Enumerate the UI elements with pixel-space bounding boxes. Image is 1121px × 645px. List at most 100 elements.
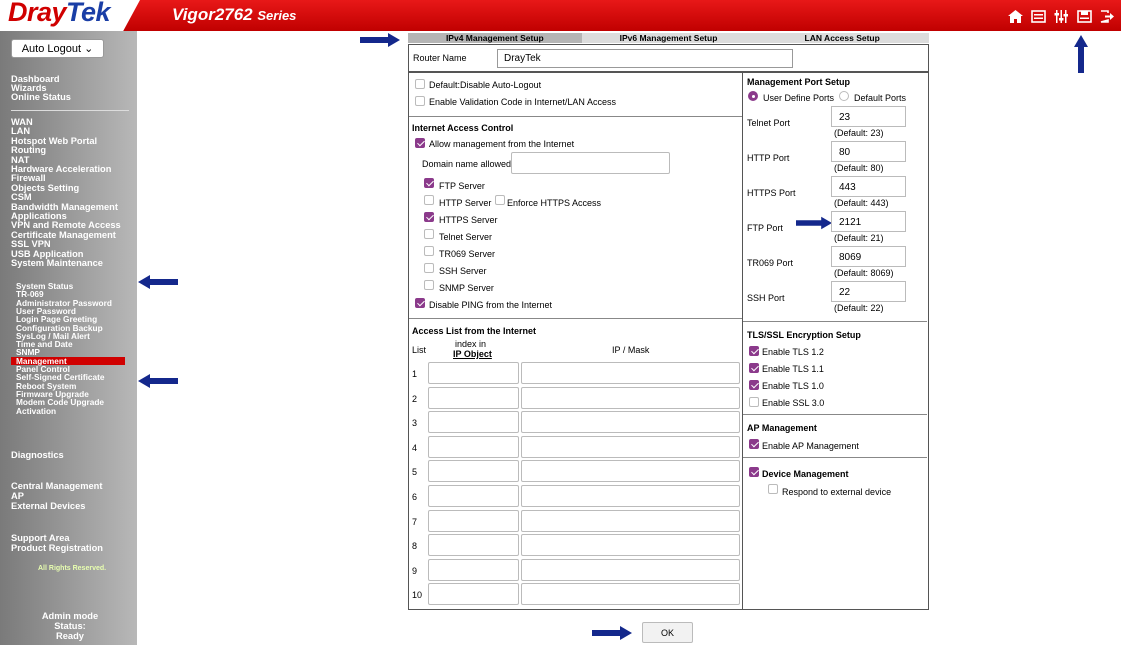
- ip-object-input[interactable]: [428, 386, 519, 409]
- access-list-title: Access List from the Internet: [412, 326, 537, 336]
- sidebar-item-firewall[interactable]: Firewall: [11, 174, 46, 183]
- home-icon[interactable]: [1007, 9, 1023, 23]
- tls11-label: Enable TLS 1.1: [762, 364, 824, 374]
- ip-object-input[interactable]: [428, 460, 519, 483]
- tr069-server-checkbox[interactable]: [424, 246, 434, 256]
- device-management-label: Device Management: [762, 469, 849, 479]
- ip-mask-input[interactable]: [521, 558, 740, 581]
- router-name-input[interactable]: DrayTek: [497, 48, 793, 68]
- internet-access-control-title: Internet Access Control: [412, 123, 514, 133]
- tls10-checkbox[interactable]: [749, 380, 759, 390]
- ip-mask-input[interactable]: [521, 485, 740, 507]
- ip-mask-input[interactable]: [521, 509, 740, 532]
- ssl30-checkbox[interactable]: [749, 397, 759, 407]
- snmp-server-checkbox[interactable]: [424, 280, 434, 290]
- ftp-server-checkbox[interactable]: [424, 178, 434, 188]
- ip-object-input[interactable]: [428, 435, 519, 458]
- settings-icon[interactable]: [1053, 9, 1069, 23]
- ip-object-input[interactable]: [428, 558, 519, 581]
- disable-ping-checkbox[interactable]: [415, 298, 425, 308]
- tls12-label: Enable TLS 1.2: [762, 347, 824, 357]
- sidebar-item-online-status[interactable]: Online Status: [11, 92, 71, 102]
- sidebar-item-product-registration[interactable]: Product Registration: [11, 544, 103, 553]
- tab-ipv4-management[interactable]: IPv4 Management Setup: [408, 33, 582, 43]
- ip-mask-input[interactable]: [521, 411, 740, 434]
- ssl30-label: Enable SSL 3.0: [762, 398, 825, 408]
- sidebar-item-routing[interactable]: Routing: [11, 146, 46, 155]
- telnet-port-input[interactable]: 23: [831, 106, 906, 127]
- auto-logout-select[interactable]: Auto Logout ⌄: [11, 39, 104, 58]
- top-header: DrayTek Vigor2762 Series: [0, 0, 1121, 31]
- domain-name-input[interactable]: [511, 152, 670, 174]
- divider: [743, 457, 927, 458]
- tr069-port-input[interactable]: 8069: [831, 246, 906, 267]
- sidebar-item-applications[interactable]: Applications: [11, 212, 67, 221]
- sidebar-item-ap[interactable]: AP: [11, 492, 24, 501]
- sidebar-item-certificate-management[interactable]: Certificate Management: [11, 230, 116, 240]
- sidebar-item-support-area[interactable]: Support Area: [11, 534, 70, 543]
- sidebar-item-wan[interactable]: WAN: [11, 118, 33, 127]
- sidebar-item-bandwidth-management[interactable]: Bandwidth Management: [11, 202, 118, 212]
- col-ipmask-header: IP / Mask: [612, 345, 650, 355]
- tls10-label: Enable TLS 1.0: [762, 381, 824, 391]
- ip-object-link[interactable]: IP Object: [453, 349, 492, 359]
- ap-management-checkbox[interactable]: [749, 439, 759, 449]
- http-port-input[interactable]: 80: [831, 141, 906, 162]
- tab-lan-access[interactable]: LAN Access Setup: [755, 33, 930, 43]
- ip-mask-input[interactable]: [521, 460, 740, 483]
- https-server-checkbox[interactable]: [424, 212, 434, 222]
- sidebar-item-objects-setting[interactable]: Objects Setting: [11, 183, 79, 193]
- ip-mask-input[interactable]: [521, 583, 740, 606]
- ip-mask-input[interactable]: [521, 534, 740, 557]
- ip-object-input[interactable]: [428, 485, 519, 507]
- sidebar-item-external-devices[interactable]: External Devices: [11, 502, 85, 511]
- device-management-checkbox[interactable]: [749, 467, 759, 477]
- tab-ipv6-management[interactable]: IPv6 Management Setup: [581, 33, 756, 43]
- telnet-server-checkbox[interactable]: [424, 229, 434, 239]
- ssh-server-checkbox[interactable]: [424, 263, 434, 273]
- enforce-https-checkbox[interactable]: [495, 195, 505, 205]
- sidebar-item-nat[interactable]: NAT: [11, 155, 29, 165]
- sidebar-item-diagnostics[interactable]: Diagnostics: [11, 451, 64, 460]
- allow-mgmt-label: Allow management from the Internet: [429, 139, 575, 149]
- ssh-port-input[interactable]: 22: [831, 281, 906, 302]
- tls11-checkbox[interactable]: [749, 363, 759, 373]
- sidebar-item-lan[interactable]: LAN: [11, 127, 30, 136]
- ip-object-input[interactable]: [428, 411, 519, 434]
- tr069-port-default: (Default: 8069): [834, 268, 894, 278]
- ssh-server-label: SSH Server: [439, 266, 487, 276]
- row-number: 4: [412, 442, 418, 453]
- ip-mask-input[interactable]: [521, 435, 740, 458]
- https-port-input[interactable]: 443: [831, 176, 906, 197]
- user-define-ports-radio[interactable]: [748, 91, 758, 101]
- ip-object-input[interactable]: [428, 583, 519, 606]
- tr069-port-label: TR069 Port: [747, 258, 794, 268]
- respond-external-checkbox[interactable]: [768, 484, 778, 494]
- ip-object-input[interactable]: [428, 509, 519, 532]
- ok-button[interactable]: OK: [642, 622, 693, 643]
- ip-mask-input[interactable]: [521, 386, 740, 409]
- sidebar-item-system-maintenance[interactable]: System Maintenance: [11, 259, 103, 268]
- sidebar-item-csm[interactable]: CSM: [11, 193, 32, 202]
- sidebar-item-hardware-acceleration[interactable]: Hardware Acceleration: [11, 165, 111, 174]
- save-icon[interactable]: [1076, 9, 1092, 23]
- tls12-checkbox[interactable]: [749, 346, 759, 356]
- validation-code-checkbox[interactable]: [415, 96, 425, 106]
- sidebar-item-ssl-vpn[interactable]: SSL VPN: [11, 240, 51, 249]
- default-ports-radio[interactable]: [839, 91, 849, 101]
- logout-icon[interactable]: [1099, 9, 1115, 23]
- http-server-checkbox[interactable]: [424, 195, 434, 205]
- default-logout-checkbox[interactable]: [415, 79, 425, 89]
- draytek-logo[interactable]: DrayTek: [8, 0, 111, 28]
- sidebar-item-vpn-and-remote-access[interactable]: VPN and Remote Access: [11, 221, 121, 230]
- ftp-port-input[interactable]: 2121: [831, 211, 906, 232]
- sidebar-item-central-management[interactable]: Central Management: [11, 482, 102, 491]
- ip-object-input[interactable]: [428, 362, 519, 384]
- ip-object-input[interactable]: [428, 534, 519, 557]
- allow-mgmt-checkbox[interactable]: [415, 138, 425, 148]
- ip-mask-input[interactable]: [521, 362, 740, 384]
- sidebar-item-hotspot-web-portal[interactable]: Hotspot Web Portal: [11, 136, 97, 146]
- submenu-item-activation[interactable]: Activation: [16, 406, 56, 416]
- sidebar-item-usb-application[interactable]: USB Application: [11, 249, 83, 259]
- quick-start-icon[interactable]: [1030, 9, 1046, 23]
